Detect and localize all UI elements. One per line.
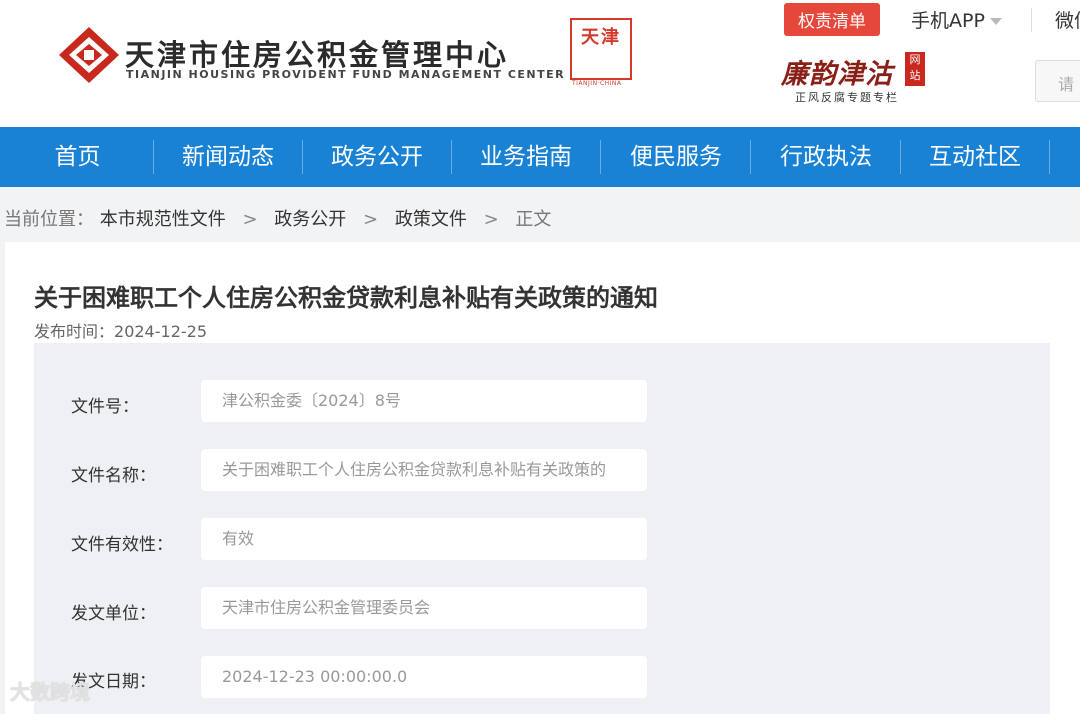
lianyun-tag: 网站 [905, 52, 925, 86]
header-divider [1031, 8, 1032, 32]
duty-list-button[interactable]: 权责清单 [784, 3, 880, 36]
issuing-unit-field: 天津市住房公积金管理委员会 [201, 587, 647, 629]
weixin-link[interactable]: 微信 [1055, 6, 1080, 33]
search-input[interactable]: 请 [1035, 60, 1080, 102]
doc-name-field: 关于困难职工个人住房公积金贷款利息补贴有关政策的 [201, 449, 647, 491]
mobile-app-label: 手机APP [911, 10, 985, 32]
mobile-app-menu[interactable]: 手机APP [911, 6, 1002, 33]
lianyun-subtitle: 正风反腐专题专栏 [795, 91, 899, 104]
nav-item-news[interactable]: 新闻动态 [154, 127, 302, 187]
search-placeholder: 请 [1058, 75, 1075, 94]
breadcrumb-policy-docs[interactable]: 政策文件 [395, 209, 467, 230]
watermark: 大数跨境 [10, 680, 90, 704]
nav-item-law-enforcement[interactable]: 行政执法 [751, 127, 901, 187]
nav-divider [1049, 140, 1050, 174]
breadcrumb-normative-docs[interactable]: 本市规范性文件 [100, 209, 226, 230]
doc-number-label: 文件号： [71, 397, 139, 417]
publish-date: 2024-12-25 [114, 322, 207, 341]
housing-fund-logo-icon[interactable] [58, 26, 120, 84]
seal-caption: TIANJIN·CHINA [572, 80, 622, 87]
publish-time: 发布时间：2024-12-25 [34, 318, 207, 342]
publish-label: 发布时间： [34, 322, 115, 341]
doc-number-field: 津公积金委〔2024〕8号 [201, 380, 647, 422]
lianyun-banner-title[interactable]: 廉韵津沽 [781, 52, 893, 91]
breadcrumb-prefix: 当前位置： [4, 209, 94, 230]
tianjin-seal-icon: 天津 [570, 18, 632, 80]
breadcrumb-gov-affairs[interactable]: 政务公开 [274, 209, 346, 230]
main-nav: 首页 新闻动态 政务公开 业务指南 便民服务 行政执法 互动社区 [0, 127, 1080, 187]
doc-validity-label: 文件有效性： [71, 535, 173, 555]
breadcrumb-current: 正文 [515, 209, 552, 230]
issuing-unit-label: 发文单位： [71, 604, 156, 624]
page-title: 关于困难职工个人住房公积金贷款利息补贴有关政策的通知 [34, 284, 658, 312]
chevron-down-icon [989, 18, 1002, 25]
nav-item-home[interactable]: 首页 [0, 127, 155, 187]
nav-item-community[interactable]: 互动社区 [901, 127, 1049, 187]
nav-item-services[interactable]: 便民服务 [601, 127, 751, 187]
issue-date-field: 2024-12-23 00:00:00.0 [201, 656, 647, 698]
breadcrumb-separator: > [242, 209, 258, 230]
site-header: 天津市住房公积金管理中心 TIANJIN HOUSING PROVIDENT F… [0, 0, 1080, 127]
nav-item-gov-affairs[interactable]: 政务公开 [303, 127, 451, 187]
doc-name-label: 文件名称： [71, 466, 156, 486]
doc-validity-field: 有效 [201, 518, 647, 560]
org-name-en: TIANJIN HOUSING PROVIDENT FUND MANAGEMEN… [126, 68, 566, 81]
breadcrumb-separator: > [483, 209, 499, 230]
breadcrumb: 当前位置： 本市规范性文件 > 政务公开 > 政策文件 > 正文 [4, 205, 551, 231]
nav-item-business-guide[interactable]: 业务指南 [452, 127, 600, 187]
breadcrumb-separator: > [363, 209, 379, 230]
